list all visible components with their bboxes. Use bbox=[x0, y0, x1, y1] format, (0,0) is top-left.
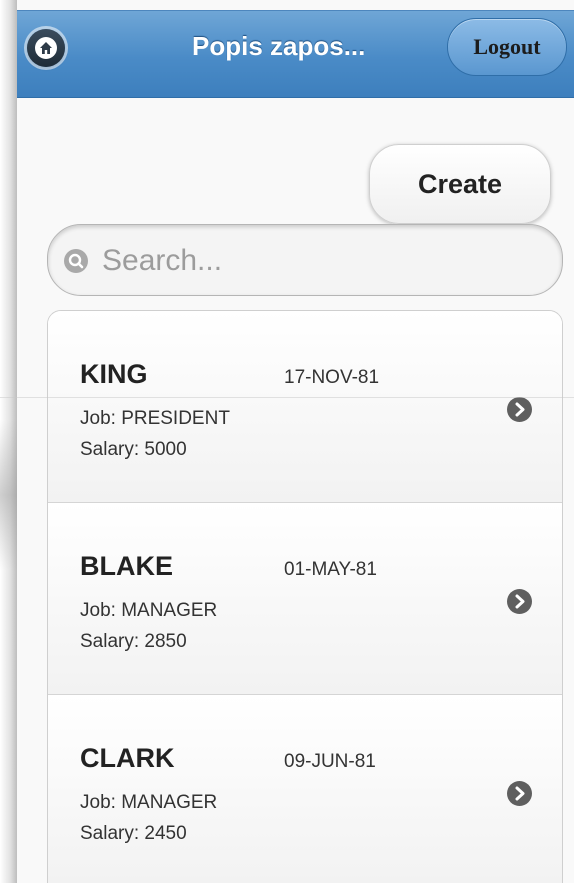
chevron-right-icon bbox=[507, 781, 532, 806]
employee-salary: Salary: 2850 bbox=[80, 631, 187, 652]
list-item[interactable]: CLARK 09-JUN-81 Job: MANAGER Salary: 245… bbox=[48, 695, 562, 883]
employee-list: KING 17-NOV-81 Job: PRESIDENT Salary: 50… bbox=[47, 310, 563, 883]
search-icon bbox=[64, 249, 88, 273]
employee-name: BLAKE bbox=[80, 551, 173, 581]
create-button[interactable]: Create bbox=[369, 144, 551, 224]
employee-salary: Salary: 2450 bbox=[80, 823, 187, 844]
employee-job: Job: PRESIDENT bbox=[80, 408, 230, 429]
hire-date: 09-JUN-81 bbox=[284, 751, 376, 772]
home-button[interactable] bbox=[27, 29, 65, 67]
left-gutter bbox=[0, 0, 17, 883]
employee-job: Job: MANAGER bbox=[80, 600, 218, 621]
page-title: Popis zapos... bbox=[192, 31, 366, 61]
page: Popis zapos... Logout Create KING 17-NOV… bbox=[17, 0, 574, 883]
employee-job: Job: MANAGER bbox=[80, 792, 218, 813]
chevron-right-icon bbox=[507, 589, 532, 614]
hire-date: 01-MAY-81 bbox=[284, 559, 377, 580]
list-item[interactable]: KING 17-NOV-81 Job: PRESIDENT Salary: 50… bbox=[48, 311, 562, 503]
list-item[interactable]: BLAKE 01-MAY-81 Job: MANAGER Salary: 285… bbox=[48, 503, 562, 695]
divider bbox=[0, 397, 574, 398]
hire-date: 17-NOV-81 bbox=[284, 367, 380, 388]
chevron-right-icon bbox=[507, 397, 532, 422]
search-field[interactable] bbox=[47, 224, 563, 296]
employee-salary: Salary: 5000 bbox=[80, 439, 187, 460]
home-icon bbox=[35, 37, 57, 59]
employee-name: KING bbox=[80, 359, 148, 389]
header-bar: Popis zapos... Logout bbox=[17, 10, 574, 98]
search-input[interactable] bbox=[100, 237, 544, 285]
logout-button[interactable]: Logout bbox=[447, 18, 567, 76]
employee-name: CLARK bbox=[80, 743, 175, 773]
